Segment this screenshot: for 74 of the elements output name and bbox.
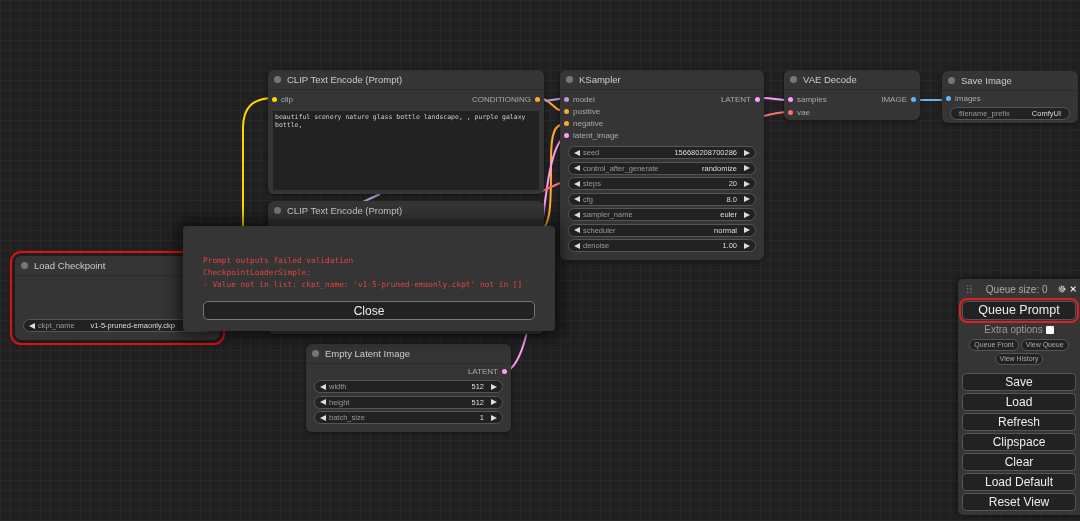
output-label: CONDITIONING [471,95,531,104]
left-arrow-icon[interactable] [574,165,580,171]
right-arrow-icon[interactable] [744,211,750,218]
node-dot-icon [312,350,319,357]
input-dot-icon[interactable] [564,121,569,127]
right-arrow-icon[interactable] [491,399,497,405]
input-label: latent_image [573,131,619,141]
left-arrow-icon[interactable] [320,399,326,405]
settings-icon[interactable] [1057,284,1066,295]
menu-button[interactable]: Clipspace [962,433,1076,451]
input-dot-icon[interactable] [788,110,793,115]
output-dot-icon[interactable] [502,369,507,374]
right-arrow-icon[interactable] [744,165,750,171]
close-icon[interactable] [1069,285,1076,294]
input-dot-icon[interactable] [564,133,569,139]
left-arrow-icon[interactable] [574,180,580,187]
left-arrow-icon[interactable] [574,242,580,249]
output-label: LATENT [467,367,498,376]
node-title: VAE Decode [803,74,857,85]
node-dot-icon [790,76,797,83]
input-label: samples [797,95,827,104]
node-dot-icon [948,77,955,84]
queue-prompt-button[interactable]: Queue Prompt [962,300,1076,320]
extra-options-checkbox[interactable] [1045,325,1054,334]
left-arrow-icon[interactable] [574,211,580,218]
menu-button[interactable]: Load [962,393,1076,411]
right-arrow-icon[interactable] [491,414,497,421]
output-dot-icon[interactable] [911,97,916,102]
node-title: CLIP Text Encode (Prompt) [287,74,403,85]
left-arrow-icon[interactable] [320,414,326,421]
node-title: CLIP Text Encode (Prompt) [287,205,403,216]
menu-button[interactable]: Reset View [962,493,1076,511]
extra-options-label: Extra options [984,324,1043,335]
queue-size-label: Queue size: 0 [985,283,1048,295]
node-dot-icon [21,262,28,269]
right-arrow-icon[interactable] [744,196,750,202]
node-dot-icon [566,76,573,83]
input-label: images [955,94,981,103]
left-arrow-icon[interactable] [574,196,580,202]
input-dot-icon[interactable] [272,97,277,102]
node-dot-icon [274,76,281,83]
input-label: model [573,94,595,104]
left-arrow-icon[interactable] [574,149,580,156]
close-button[interactable]: Close [203,301,535,320]
menu-button[interactable]: Save [962,373,1076,391]
node-title: Load Checkpoint [34,260,106,271]
node-title: Save Image [961,75,1012,86]
output-dot-icon[interactable] [535,97,540,102]
left-arrow-icon[interactable] [29,322,35,329]
menu-button[interactable]: Refresh [962,413,1076,431]
input-label: negative [573,119,604,129]
right-arrow-icon[interactable] [491,383,497,390]
right-arrow-icon[interactable] [744,242,750,249]
input-dot-icon[interactable] [564,96,569,102]
input-label: clip [281,95,293,104]
node-dot-icon [274,207,281,214]
node-title: Empty Latent Image [325,348,411,359]
right-arrow-icon[interactable] [744,227,750,233]
left-arrow-icon[interactable] [574,227,580,233]
right-arrow-icon[interactable] [744,180,750,187]
node-title: KSampler [579,74,621,85]
drag-handle-icon[interactable] [967,284,972,295]
right-arrow-icon[interactable] [744,149,750,156]
input-dot-icon[interactable] [946,96,951,101]
menu-button[interactable]: Clear [962,453,1076,471]
input-dot-icon[interactable] [788,97,793,102]
input-label: positive [573,106,601,116]
output-label: IMAGE [881,95,907,104]
input-dot-icon[interactable] [564,108,569,114]
menu-button[interactable]: Load Default [962,473,1076,491]
input-label: vae [797,108,810,117]
output-dot-icon[interactable] [755,96,760,102]
left-arrow-icon[interactable] [320,383,326,390]
output-label: LATENT [720,94,751,104]
